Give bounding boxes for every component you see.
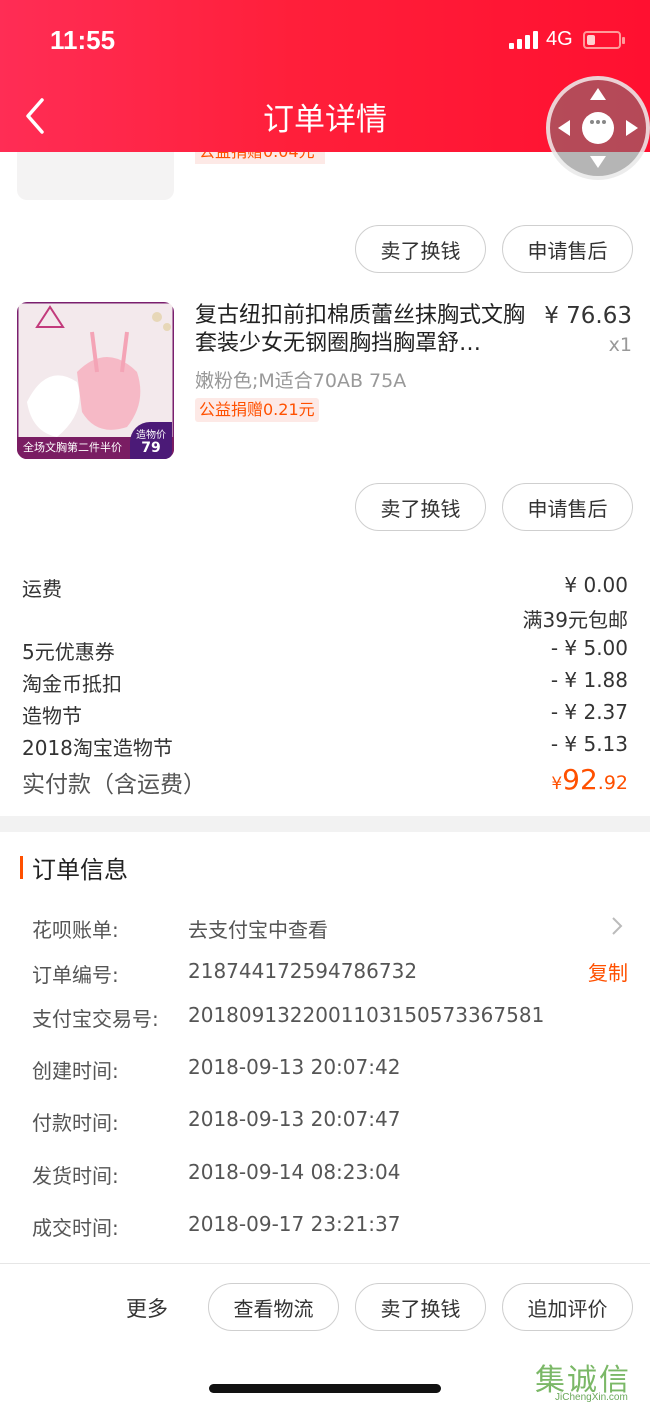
section-accent-bar <box>20 856 23 879</box>
prev-item-thumbnail[interactable] <box>17 152 174 200</box>
order-number-label: 订单编号: <box>32 963 119 987</box>
order-number: 218744172594786732 <box>188 959 418 983</box>
product-image[interactable]: 全场文胸第二件半价 造物价 79 <box>17 302 174 459</box>
product-price: ¥ 76.63 <box>544 303 632 329</box>
sell-for-cash-button[interactable]: 卖了换钱 <box>355 1283 486 1331</box>
signal-icon <box>509 31 541 49</box>
shipping-note: 满39元包邮 <box>522 608 628 632</box>
shipped-time-label: 发货时间: <box>32 1164 119 1188</box>
shipping-value: ¥ 0.00 <box>564 573 628 597</box>
order-info-title: 订单信息 <box>32 856 128 884</box>
product-quantity: x1 <box>608 334 632 356</box>
discount-value: - ¥ 2.37 <box>550 700 628 724</box>
huabei-label: 花呗账单: <box>32 918 119 942</box>
float-menu-arrows-icon <box>558 88 638 168</box>
discount-value: - ¥ 5.00 <box>550 636 628 660</box>
alipay-number: 2018091322001103150573367581 <box>188 1003 545 1027</box>
watermark-logo: 集诚信 JiChengXin.com <box>535 1355 647 1403</box>
section-divider <box>0 816 650 832</box>
battery-icon <box>583 31 625 49</box>
after-sale-button[interactable]: 申请售后 <box>502 483 633 531</box>
prev-sell-button[interactable]: 卖了换钱 <box>355 225 486 273</box>
more-button[interactable]: 更多 <box>126 1293 168 1323</box>
total-amount: ¥92.92 <box>551 763 628 796</box>
product-title[interactable]: 复古纽扣前扣棉质蕾丝抹胸式文胸套装少女无钢圈胸挡胸罩舒… <box>195 302 525 358</box>
home-indicator[interactable] <box>209 1384 441 1393</box>
network-type: 4G <box>546 28 573 50</box>
add-review-button[interactable]: 追加评价 <box>502 1283 633 1331</box>
watermark-subtext: JiChengXin.com <box>555 1392 628 1403</box>
discount-label: 5元优惠券 <box>22 640 115 664</box>
huabei-link[interactable]: 去支付宝中查看 <box>188 914 328 943</box>
total-currency: ¥ <box>551 774 563 794</box>
view-logistics-button[interactable]: 查看物流 <box>208 1283 339 1331</box>
shipping-label: 运费 <box>22 577 62 601</box>
total-label: 实付款（含运费） <box>22 772 206 798</box>
charity-tag: 公益捐赠0.21元 <box>195 398 319 422</box>
total-dec: .92 <box>597 772 628 794</box>
discount-label: 2018淘宝造物节 <box>22 736 173 760</box>
status-time: 11:55 <box>50 25 116 55</box>
product-image-badge: 造物价 79 <box>130 422 172 459</box>
bottom-bar-divider <box>0 1263 650 1264</box>
copy-button[interactable]: 复制 <box>588 957 628 986</box>
completed-time-label: 成交时间: <box>32 1216 119 1240</box>
paid-time-label: 付款时间: <box>32 1111 119 1135</box>
prev-after-sale-button[interactable]: 申请售后 <box>502 225 633 273</box>
product-sku: 嫩粉色;M适合70AB 75A <box>195 370 407 392</box>
chevron-right-icon[interactable] <box>610 916 624 936</box>
sell-button[interactable]: 卖了换钱 <box>355 483 486 531</box>
completed-time: 2018-09-17 23:21:37 <box>188 1212 401 1236</box>
discount-value: - ¥ 1.88 <box>550 668 628 692</box>
alipay-label: 支付宝交易号: <box>32 1007 159 1031</box>
total-int: 92 <box>562 763 598 796</box>
float-menu-icon[interactable] <box>546 76 650 180</box>
paid-time: 2018-09-13 20:07:47 <box>188 1107 401 1131</box>
status-bar: 11:55 4G <box>0 0 650 80</box>
discount-label: 淘金币抵扣 <box>22 672 122 696</box>
shipped-time: 2018-09-14 08:23:04 <box>188 1160 401 1184</box>
discount-value: - ¥ 5.13 <box>550 732 628 756</box>
discount-label: 造物节 <box>22 704 82 728</box>
created-time: 2018-09-13 20:07:42 <box>188 1055 401 1079</box>
created-time-label: 创建时间: <box>32 1059 119 1083</box>
